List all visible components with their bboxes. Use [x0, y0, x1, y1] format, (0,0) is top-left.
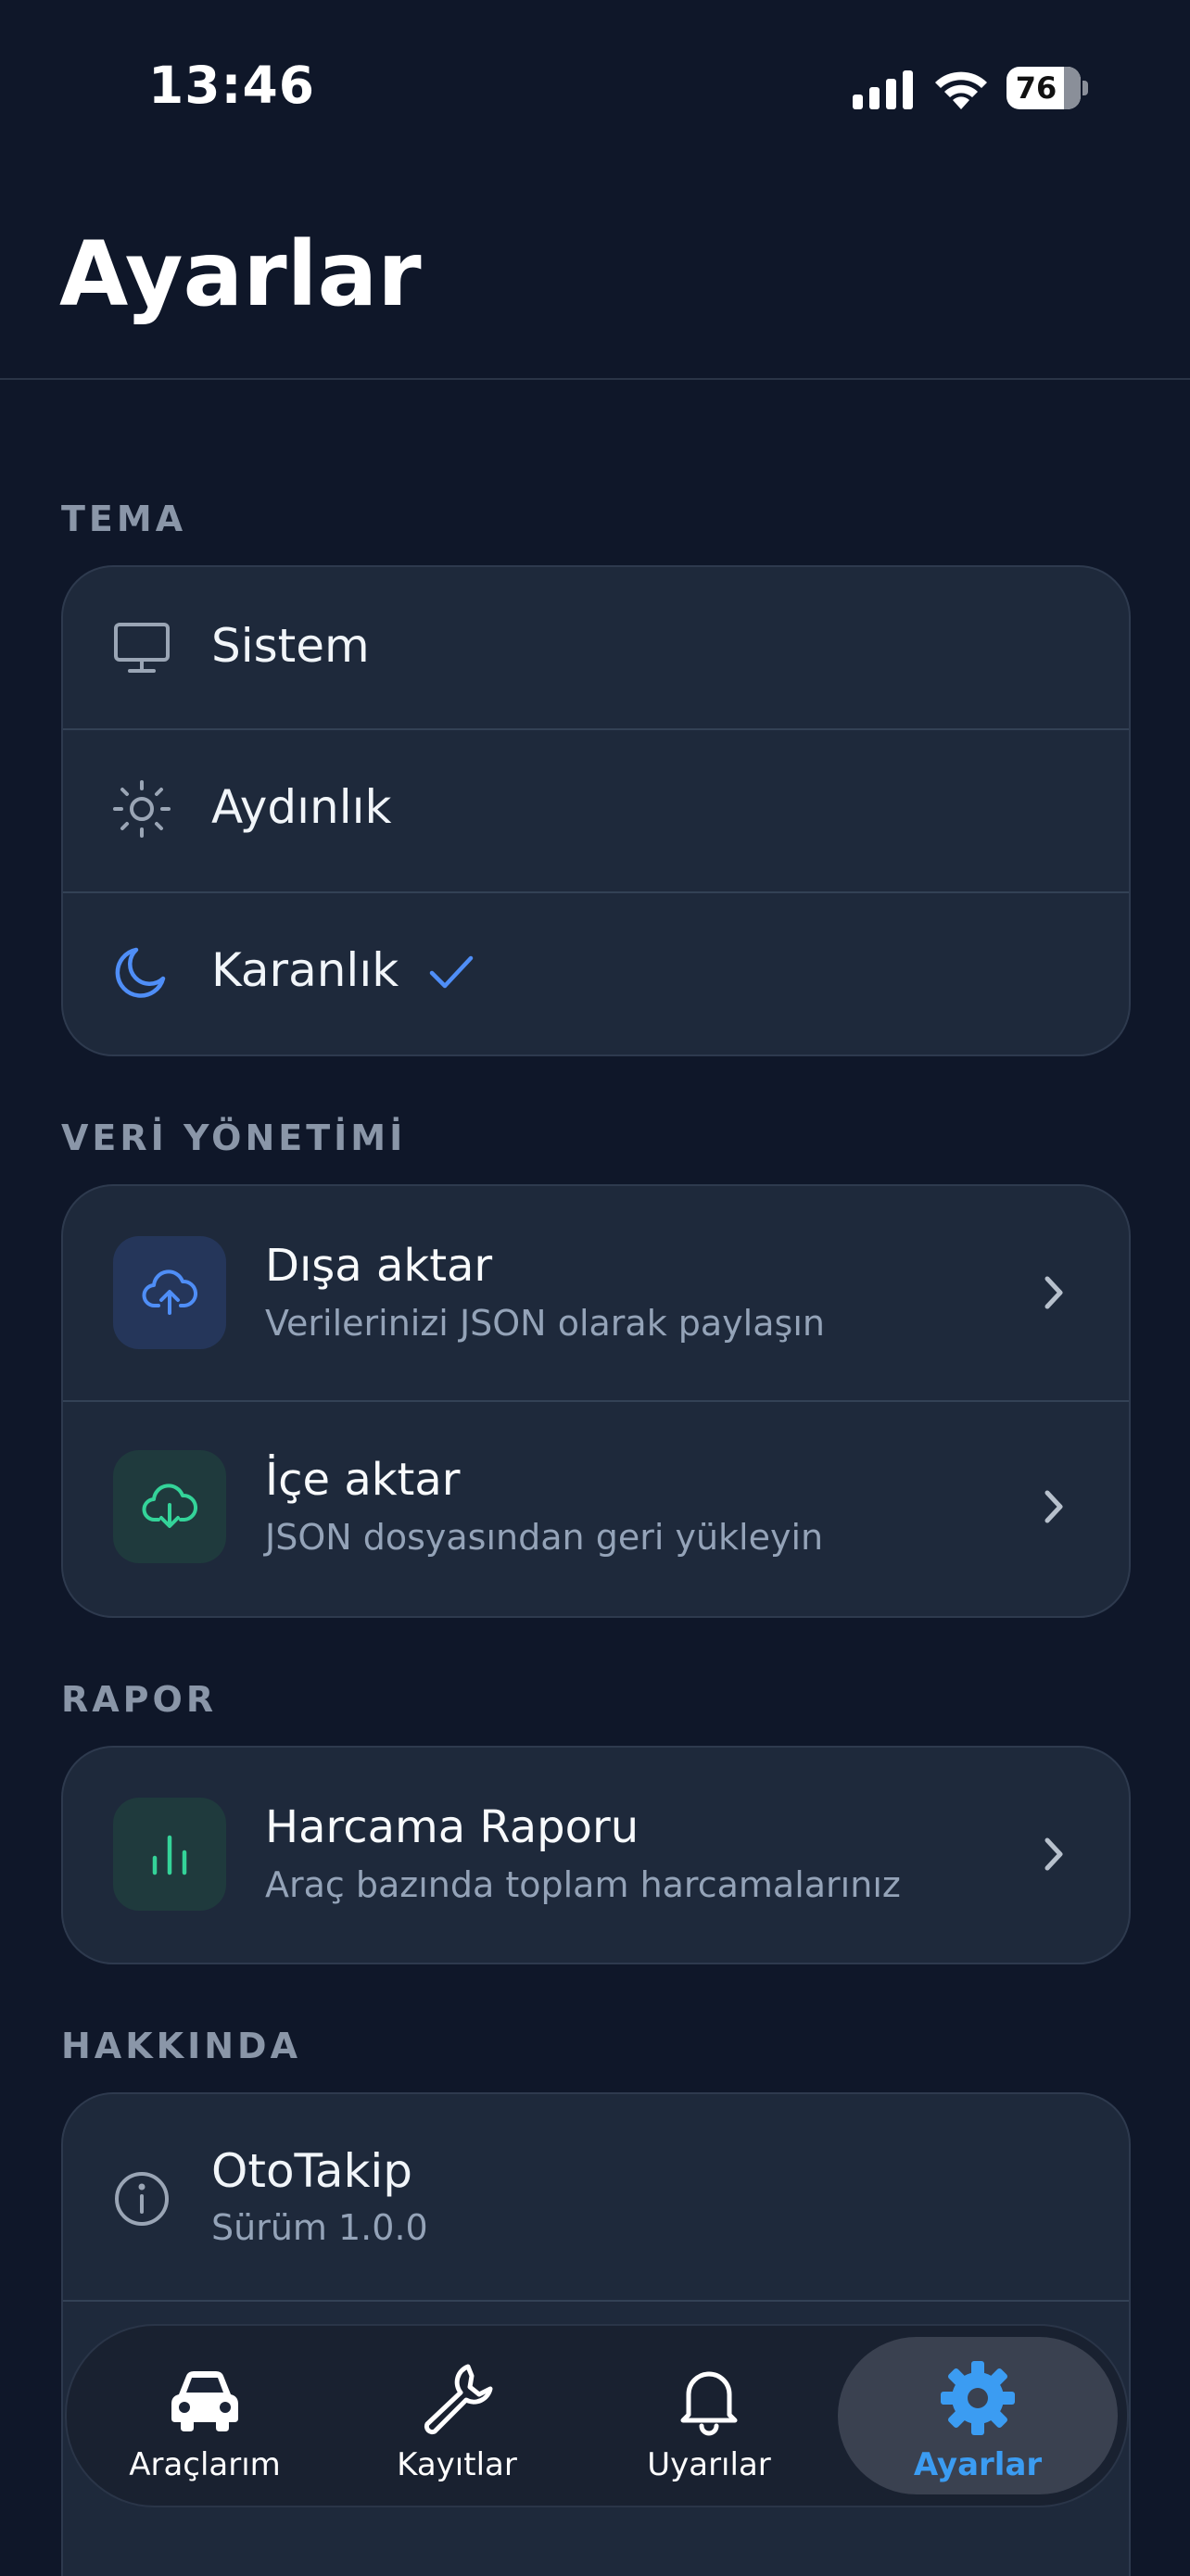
moon-icon — [115, 947, 166, 998]
bar-chart-icon — [152, 1835, 187, 1875]
chevron-right-icon — [1044, 1837, 1063, 1871]
status-time: 13:46 — [148, 56, 316, 115]
section-label-theme: TEMA — [61, 499, 187, 539]
chevron-right-icon — [1044, 1490, 1063, 1523]
header-divider — [0, 378, 1190, 380]
report-card: Harcama Raporu Araç bazında toplam harca… — [61, 1746, 1131, 1964]
tab-bar: Araçlarım Kayıtlar Uyarılar Ayarlar — [65, 2324, 1129, 2507]
theme-option-system[interactable]: Sistem — [63, 567, 1129, 728]
cloud-download-icon — [142, 1484, 197, 1528]
data-management-card: Dışa aktar Verilerinizi JSON olarak payl… — [61, 1184, 1131, 1618]
export-subtitle: Verilerinizi JSON olarak paylaşın — [265, 1303, 825, 1344]
import-icon-tile — [113, 1450, 226, 1563]
checkmark-icon — [429, 955, 474, 989]
tab-label: Kayıtlar — [397, 2446, 517, 2483]
import-subtitle: JSON dosyasından geri yükleyin — [265, 1517, 824, 1558]
app-info-row: OtoTakip Sürüm 1.0.0 — [63, 2094, 1129, 2298]
monitor-icon — [114, 623, 170, 673]
export-icon-tile — [113, 1236, 226, 1349]
theme-option-label: Aydınlık — [211, 780, 392, 834]
import-button[interactable]: İçe aktar JSON dosyasından geri yükleyin — [63, 1402, 1129, 1616]
signal-icon — [853, 70, 913, 109]
theme-option-label: Karanlık — [211, 943, 399, 997]
tab-label: Uyarılar — [647, 2446, 771, 2483]
tab-settings[interactable]: Ayarlar — [838, 2337, 1118, 2494]
theme-option-dark[interactable]: Karanlık — [63, 893, 1129, 1054]
section-label-data-management: VERİ YÖNETİMİ — [61, 1118, 407, 1158]
battery-icon: 76 — [1006, 67, 1088, 109]
theme-option-label: Sistem — [211, 619, 370, 673]
car-icon — [171, 2371, 238, 2431]
theme-card: Sistem Aydınlık Karanlık — [61, 565, 1131, 1056]
sun-icon — [113, 780, 171, 838]
report-icon-tile — [113, 1798, 226, 1911]
wifi-icon — [935, 71, 987, 109]
app-version: Sürüm 1.0.0 — [211, 2207, 428, 2248]
battery-level: 76 — [1015, 70, 1057, 106]
report-title: Harcama Raporu — [265, 1801, 639, 1853]
app-name: OtoTakip — [211, 2144, 413, 2198]
theme-option-light[interactable]: Aydınlık — [63, 730, 1129, 891]
export-title: Dışa aktar — [265, 1240, 493, 1292]
tab-label: Araçlarım — [129, 2446, 281, 2483]
page-title: Ayarlar — [59, 222, 422, 326]
spending-report-button[interactable]: Harcama Raporu Araç bazında toplam harca… — [63, 1748, 1129, 1963]
gear-icon — [941, 2361, 1015, 2435]
chevron-right-icon — [1044, 1276, 1063, 1309]
wrench-icon — [424, 2364, 493, 2435]
tab-vehicles[interactable]: Araçlarım — [83, 2326, 326, 2506]
section-label-about: HAKKINDA — [61, 2026, 301, 2066]
cloud-upload-icon — [142, 1269, 197, 1315]
import-title: İçe aktar — [265, 1454, 461, 1506]
section-label-report: RAPOR — [61, 1679, 218, 1720]
divider — [63, 2300, 1129, 2302]
bell-icon — [680, 2371, 738, 2436]
info-icon — [115, 2172, 169, 2226]
export-button[interactable]: Dışa aktar Verilerinizi JSON olarak payl… — [63, 1186, 1129, 1400]
report-subtitle: Araç bazında toplam harcamalarınız — [265, 1864, 901, 1905]
tab-label: Ayarlar — [913, 2446, 1043, 2483]
tab-records[interactable]: Kayıtlar — [335, 2326, 578, 2506]
tab-alerts[interactable]: Uyarılar — [588, 2326, 830, 2506]
